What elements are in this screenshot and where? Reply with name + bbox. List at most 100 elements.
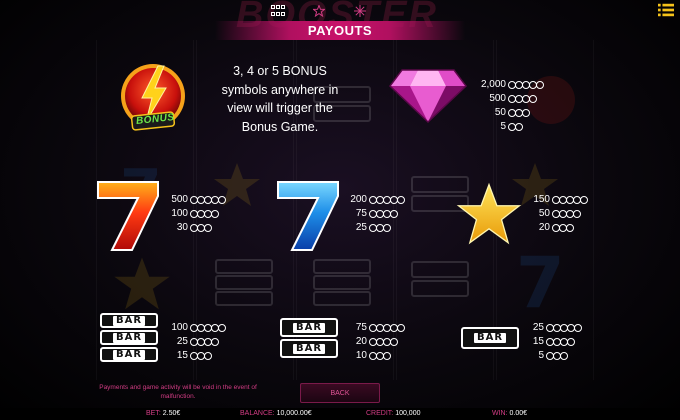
bar-tile: BAR [280, 318, 338, 337]
coin-icon [211, 338, 219, 346]
payout-row: 25 [530, 321, 582, 335]
bar-tile: BAR [100, 330, 158, 345]
triple-bar-symbol: BAR BAR BAR [100, 313, 158, 364]
coins-3 [508, 109, 530, 117]
coin-icon [390, 210, 398, 218]
back-button[interactable]: BACK [300, 383, 380, 403]
coin-icon [390, 338, 398, 346]
star-icon[interactable] [311, 3, 327, 19]
coins-5 [190, 196, 226, 204]
bar-tile: BAR [461, 327, 519, 349]
coin-icon [567, 338, 575, 346]
bar-label: BAR [112, 315, 146, 326]
payout-value: 5 [538, 350, 544, 361]
coins-3 [369, 352, 391, 360]
coins-4 [546, 338, 575, 346]
coin-icon [204, 352, 212, 360]
coins-4 [508, 95, 537, 103]
ghost-bar-icon [313, 259, 371, 306]
red-seven-payouts: 500 100 30 [168, 193, 226, 235]
menu-icon[interactable] [658, 2, 674, 18]
coin-icon [204, 224, 212, 232]
payout-row: 5 [470, 120, 543, 134]
single-bar-payouts: 25 15 5 [530, 321, 582, 363]
diamond-symbol [388, 64, 468, 129]
bar-tile: BAR [280, 339, 338, 358]
bonus-symbol: BONUS [118, 60, 188, 143]
coin-icon [529, 95, 537, 103]
grid-icon[interactable] [270, 3, 286, 19]
payout-value: 500 [171, 194, 188, 205]
coin-icon [560, 352, 568, 360]
star-symbol [456, 182, 522, 253]
balance-readout: BALANCE: 10,000.00€ [240, 408, 312, 420]
status-label: BET: [146, 410, 161, 417]
ghost-bar-icon [215, 259, 273, 306]
payout-row: 100 [168, 321, 226, 335]
svg-text:7: 7 [516, 245, 565, 315]
blue-seven-payouts: 200 75 25 [347, 193, 405, 235]
single-bar-symbol: BAR [461, 327, 519, 351]
payout-row: 50 [470, 106, 543, 120]
coins-3 [546, 352, 568, 360]
bar-label: BAR [112, 332, 146, 343]
payout-row: 75 [347, 207, 404, 221]
coins-5 [552, 196, 588, 204]
snowflake-icon[interactable] [352, 3, 368, 19]
payout-value: 30 [176, 222, 188, 233]
payout-row: 75 [347, 321, 405, 335]
credit-readout: CREDIT: 100,000 [366, 408, 421, 420]
coins-4 [369, 338, 398, 346]
ghost-bar-icon [411, 261, 469, 297]
coins-3 [369, 224, 391, 232]
triple-bar-payouts: 100 25 15 [168, 321, 226, 363]
status-label: CREDIT: [366, 410, 394, 417]
bar-label: BAR [473, 333, 507, 343]
bar-label: BAR [292, 343, 326, 354]
balance-value: 10,000.00€ [276, 410, 312, 417]
malfunction-disclaimer: Payments and game activity will be void … [99, 384, 257, 400]
top-bar: BOOSTER [0, 0, 680, 36]
payout-value: 50 [538, 208, 550, 219]
payout-value: 20 [538, 222, 550, 233]
payout-row: 500 [168, 193, 226, 207]
payout-value: 20 [355, 336, 367, 347]
coins-3 [190, 224, 212, 232]
payout-value: 150 [533, 194, 550, 205]
payout-row: 5 [530, 349, 581, 363]
coin-icon [522, 109, 530, 117]
blue-seven-symbol [272, 178, 344, 254]
status-label: WIN: [492, 410, 508, 417]
status-label: BALANCE: [240, 410, 275, 417]
diamond-payouts: 2,000 500 50 5 [470, 78, 544, 134]
coin-icon [515, 123, 523, 131]
payout-value: 25 [532, 322, 544, 333]
payout-value: 500 [489, 93, 506, 104]
bet-readout: BET: 2.50€ [146, 408, 180, 420]
page-title: PAYOUTS [307, 23, 373, 38]
bar-label: BAR [112, 349, 146, 360]
coin-icon [580, 196, 588, 204]
payout-row: 500 [470, 92, 543, 106]
coin-icon [574, 324, 582, 332]
star-payouts: 150 50 20 [530, 193, 588, 235]
coins-5 [369, 324, 405, 332]
coin-icon [218, 196, 226, 204]
payout-value: 100 [171, 208, 188, 219]
payout-value: 2,000 [480, 79, 506, 90]
bar-label: BAR [292, 322, 326, 333]
coins-4 [190, 210, 219, 218]
payout-row: 150 [530, 193, 588, 207]
coin-icon [211, 210, 219, 218]
payout-row: 25 [347, 221, 404, 235]
payout-value: 50 [494, 107, 506, 118]
win-readout: WIN: 0.00€ [492, 408, 527, 420]
coin-icon [383, 224, 391, 232]
payout-row: 30 [168, 221, 225, 235]
status-bar: BET: 2.50€ BALANCE: 10,000.00€ CREDIT: 1… [0, 408, 680, 420]
paytable-screen: 7 7 BOOSTER PAYOUTS [0, 0, 680, 420]
payout-row: 15 [168, 349, 225, 363]
double-bar-payouts: 75 20 10 [347, 321, 405, 363]
payout-value: 200 [350, 194, 367, 205]
payout-row: 100 [168, 207, 225, 221]
